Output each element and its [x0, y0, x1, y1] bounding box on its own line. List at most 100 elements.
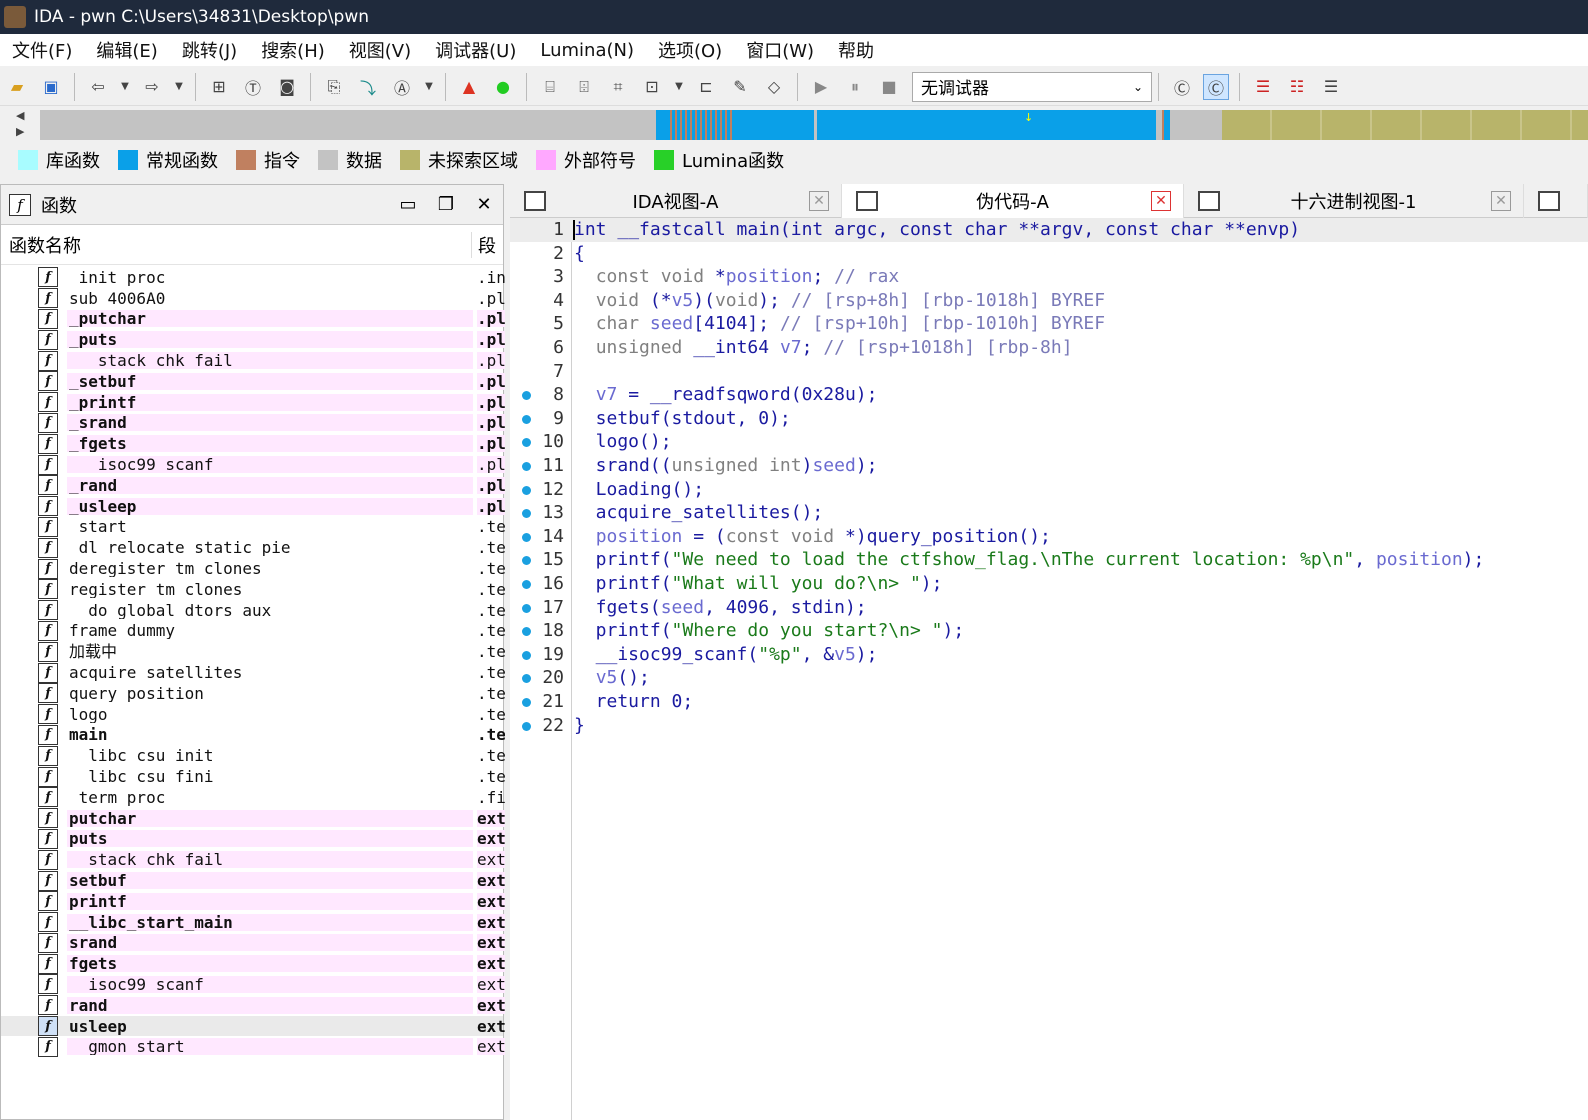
- function-row[interactable]: f _fgets .pl: [1, 433, 505, 454]
- function-row[interactable]: f __stack_chk_fail ext: [1, 849, 505, 870]
- code-line[interactable]: 15 printf("We need to load the ctfshow_f…: [510, 548, 1588, 572]
- function-row[interactable]: f _printf .pl: [1, 392, 505, 413]
- tab-pseudocode[interactable]: 伪代码-A ✕: [842, 184, 1184, 218]
- code-icon[interactable]: ⌸: [537, 74, 563, 100]
- menu-item[interactable]: 帮助: [826, 37, 886, 63]
- breakpoint-dot-icon[interactable]: [522, 580, 531, 589]
- function-row[interactable]: f ___stack_chk_fail .pl: [1, 350, 505, 371]
- maximize-icon[interactable]: ▭: [389, 194, 427, 215]
- code-line[interactable]: 22}: [510, 714, 1588, 738]
- function-row[interactable]: f 加载中 .te: [1, 641, 505, 662]
- code-line[interactable]: 20 v5();: [510, 666, 1588, 690]
- code-line[interactable]: 5 char seed[4104]; // [rsp+10h] [rbp-101…: [510, 312, 1588, 336]
- stop-icon[interactable]: ■: [876, 74, 902, 100]
- function-row[interactable]: f ___isoc99_scanf .pl: [1, 454, 505, 475]
- graph-view-icon[interactable]: ⊞: [206, 74, 232, 100]
- open-folder-icon[interactable]: ▰: [4, 74, 30, 100]
- code-line[interactable]: 8 v7 = __readfsqword(0x28u);: [510, 383, 1588, 407]
- function-row[interactable]: f __do_global_dtors_aux .te: [1, 600, 505, 621]
- tab-hex-view[interactable]: 十六进制视图-1 ✕: [1184, 184, 1524, 218]
- function-row[interactable]: f rand ext: [1, 995, 505, 1016]
- edit-icon[interactable]: ✎: [727, 74, 753, 100]
- code-line[interactable]: 12 Loading();: [510, 478, 1588, 502]
- breakpoint-dot-icon[interactable]: [522, 603, 531, 613]
- code-line[interactable]: 16 printf("What will you do?\n> ");: [510, 572, 1588, 596]
- function-row[interactable]: f _rand .pl: [1, 475, 505, 496]
- code-line[interactable]: 2{: [510, 242, 1588, 266]
- breakpoint-dot-icon[interactable]: [522, 462, 531, 471]
- chevron-down-icon[interactable]: ▼: [673, 74, 685, 100]
- decompile-active-icon[interactable]: Ⓒ: [1203, 73, 1229, 100]
- tab-close-icon[interactable]: ✕: [809, 191, 829, 211]
- function-row[interactable]: f _srand .pl: [1, 412, 505, 434]
- function-row[interactable]: f acquire_satellites .te: [1, 662, 505, 683]
- pause-icon[interactable]: ⏸: [842, 74, 868, 100]
- decompile-icon[interactable]: Ⓒ: [1169, 74, 1195, 100]
- function-row[interactable]: f printf ext: [1, 891, 505, 912]
- code-line[interactable]: 17 fgets(seed, 4096, stdin);: [510, 596, 1588, 620]
- code-line[interactable]: 4 void (*v5)(void); // [rsp+8h] [rbp-101…: [510, 289, 1588, 313]
- code-line[interactable]: 9 setbuf(stdout, 0);: [510, 407, 1588, 431]
- chevron-down-icon[interactable]: ▼: [173, 74, 185, 100]
- function-row[interactable]: f usleep ext: [1, 1015, 505, 1037]
- code-line[interactable]: 19 __isoc99_scanf("%p", &v5);: [510, 643, 1588, 667]
- function-row[interactable]: f _putchar .pl: [1, 308, 505, 330]
- function-row[interactable]: f _term_proc .fi: [1, 787, 505, 808]
- code-line[interactable]: 21 return 0;: [510, 690, 1588, 714]
- menu-item[interactable]: Lumina(N): [528, 40, 646, 61]
- breakpoint-dot-icon[interactable]: [522, 414, 531, 424]
- function-row[interactable]: f putchar ext: [1, 808, 505, 829]
- font-icon[interactable]: Ⓐ: [389, 74, 415, 100]
- red-triangle-icon[interactable]: ▲: [456, 74, 482, 100]
- breakpoint-dot-icon[interactable]: [522, 650, 531, 660]
- breakpoint-dot-icon[interactable]: [522, 532, 531, 542]
- menu-item[interactable]: 窗口(W): [734, 37, 826, 63]
- function-row[interactable]: f srand ext: [1, 932, 505, 954]
- array-icon[interactable]: ⊡: [639, 74, 665, 100]
- data-icon[interactable]: ⌹: [571, 74, 597, 100]
- close-icon[interactable]: ✕: [465, 194, 503, 215]
- save-icon[interactable]: ▣: [38, 74, 64, 100]
- function-row[interactable]: f __isoc99_scanf ext: [1, 974, 505, 995]
- function-row[interactable]: f _dl_relocate_static_pie .te: [1, 537, 505, 558]
- code-line[interactable]: 6 unsigned __int64 v7; // [rsp+1018h] [r…: [510, 336, 1588, 360]
- function-row[interactable]: f __libc_start_main ext: [1, 912, 505, 933]
- breakpoint-dot-icon[interactable]: [522, 556, 531, 566]
- function-row[interactable]: f __libc_csu_init .te: [1, 745, 505, 766]
- code-line[interactable]: 11 srand((unsigned int)seed);: [510, 454, 1588, 478]
- code-line[interactable]: 3 const void *position; // rax: [510, 265, 1588, 289]
- breakpoint-dot-icon[interactable]: [522, 698, 531, 707]
- tab-close-icon[interactable]: ✕: [1151, 191, 1171, 211]
- menu-item[interactable]: 文件(F): [0, 37, 84, 63]
- chevron-down-icon[interactable]: ▼: [119, 74, 131, 100]
- function-row[interactable]: f logo .te: [1, 704, 505, 725]
- jump-icon[interactable]: ⎘: [321, 74, 347, 100]
- menu-item[interactable]: 搜索(H): [249, 37, 337, 63]
- function-row[interactable]: f frame_dummy .te: [1, 620, 505, 642]
- code-line[interactable]: 13 acquire_satellites();: [510, 501, 1588, 525]
- menu-item[interactable]: 选项(O): [646, 37, 734, 63]
- breakpoint-dot-icon[interactable]: [522, 438, 531, 448]
- breakpoint-dot-icon[interactable]: [522, 391, 531, 401]
- function-row[interactable]: f register_tm_clones .te: [1, 579, 505, 600]
- green-circle-icon[interactable]: ●: [490, 74, 516, 100]
- function-row[interactable]: f _init_proc .in: [1, 267, 505, 288]
- step-down-icon[interactable]: ⤵: [355, 74, 381, 100]
- forward-arrow-icon[interactable]: ⇨: [139, 74, 165, 100]
- list-add-icon[interactable]: ☷: [1284, 74, 1310, 100]
- list-remove-icon[interactable]: ☰: [1318, 74, 1344, 100]
- function-row[interactable]: f __libc_csu_fini .te: [1, 766, 505, 787]
- function-row[interactable]: f setbuf ext: [1, 870, 505, 891]
- navigation-bar[interactable]: ↓: [40, 110, 1588, 140]
- function-row[interactable]: f _setbuf .pl: [1, 371, 505, 392]
- code-line[interactable]: 7: [510, 360, 1588, 384]
- tab-close-icon[interactable]: ✕: [1491, 191, 1511, 211]
- breakpoint-dot-icon[interactable]: [522, 485, 531, 495]
- function-row[interactable]: f puts ext: [1, 828, 505, 850]
- function-row[interactable]: f _start .te: [1, 516, 505, 538]
- function-row[interactable]: f _puts .pl: [1, 329, 505, 350]
- diamond-icon[interactable]: ◇: [761, 74, 787, 100]
- debugger-select[interactable]: 无调试器 ⌄: [912, 71, 1152, 102]
- menu-item[interactable]: 调试器(U): [423, 37, 528, 63]
- code-line[interactable]: 18 printf("Where do you start?\n> ");: [510, 619, 1588, 643]
